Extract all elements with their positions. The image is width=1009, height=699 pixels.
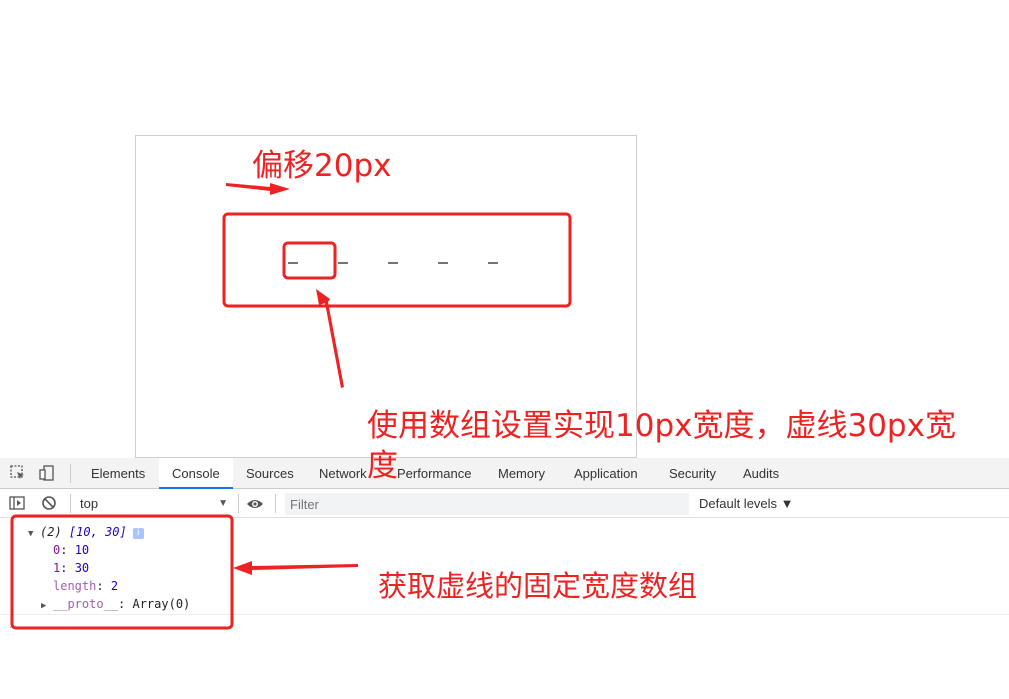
show-sidebar-icon[interactable] xyxy=(8,494,26,512)
context-value: top xyxy=(80,496,99,511)
array-log-summary[interactable]: ▼ (2) [10, 30] i xyxy=(28,524,144,542)
canvas-preview xyxy=(135,135,637,458)
devtools-tabbar: Elements Console Sources Network Perform… xyxy=(0,458,1009,489)
console-toolbar: top ▼ Default levels ▼ xyxy=(0,489,1009,518)
console-prompt-icon[interactable]: › xyxy=(8,618,15,632)
array-entry: 1: 30 xyxy=(53,561,90,575)
inspect-element-icon[interactable] xyxy=(9,464,27,482)
proto-entry[interactable]: ▶ __proto__: Array(0) xyxy=(41,596,190,614)
tab-application[interactable]: Application xyxy=(563,458,649,488)
tab-elements[interactable]: Elements xyxy=(80,458,156,488)
proto-key: __proto__ xyxy=(53,597,119,611)
toolbar-separator xyxy=(275,494,276,513)
entry-key: length xyxy=(53,579,97,593)
dashed-line-drawing xyxy=(288,262,498,264)
tab-network[interactable]: Network xyxy=(307,458,379,488)
tab-console[interactable]: Console xyxy=(159,458,233,489)
tab-security[interactable]: Security xyxy=(657,458,728,488)
entry-value: 10 xyxy=(74,543,90,557)
log-levels-dropdown[interactable]: Default levels ▼ xyxy=(699,494,794,514)
toolbar-separator xyxy=(70,494,71,513)
proto-value: Array(0) xyxy=(132,597,191,611)
chevron-down-icon: ▼ xyxy=(218,498,228,509)
console-divider xyxy=(0,614,1009,615)
array-entry: 0: 10 xyxy=(53,543,90,557)
expand-triangle-icon[interactable]: ▼ xyxy=(28,526,40,542)
tab-memory[interactable]: Memory xyxy=(486,458,557,488)
clear-console-icon[interactable] xyxy=(40,494,58,512)
tab-sources[interactable]: Sources xyxy=(234,458,306,488)
context-selector[interactable]: top ▼ xyxy=(80,494,230,514)
console-filter-input[interactable] xyxy=(285,493,689,515)
tab-audits[interactable]: Audits xyxy=(731,458,791,488)
devtools-panel: Elements Console Sources Network Perform… xyxy=(0,458,1009,699)
tab-performance[interactable]: Performance xyxy=(386,458,482,488)
expand-triangle-icon[interactable]: ▶ xyxy=(41,598,53,614)
entry-value: 2 xyxy=(110,579,119,593)
array-entry: length: 2 xyxy=(53,579,119,593)
entry-value: 30 xyxy=(74,561,90,575)
array-preview: [10, 30] xyxy=(68,525,127,539)
console-output: ▼ (2) [10, 30] i 0: 10 1: 30 length: 2 ▶ __… xyxy=(0,518,1009,699)
toolbar-separator xyxy=(238,494,239,513)
tabbar-separator xyxy=(70,464,71,483)
info-icon[interactable]: i xyxy=(132,528,144,539)
array-count: (2) xyxy=(40,525,62,539)
device-toolbar-icon[interactable] xyxy=(38,464,56,482)
live-expression-eye-icon[interactable] xyxy=(246,495,264,513)
